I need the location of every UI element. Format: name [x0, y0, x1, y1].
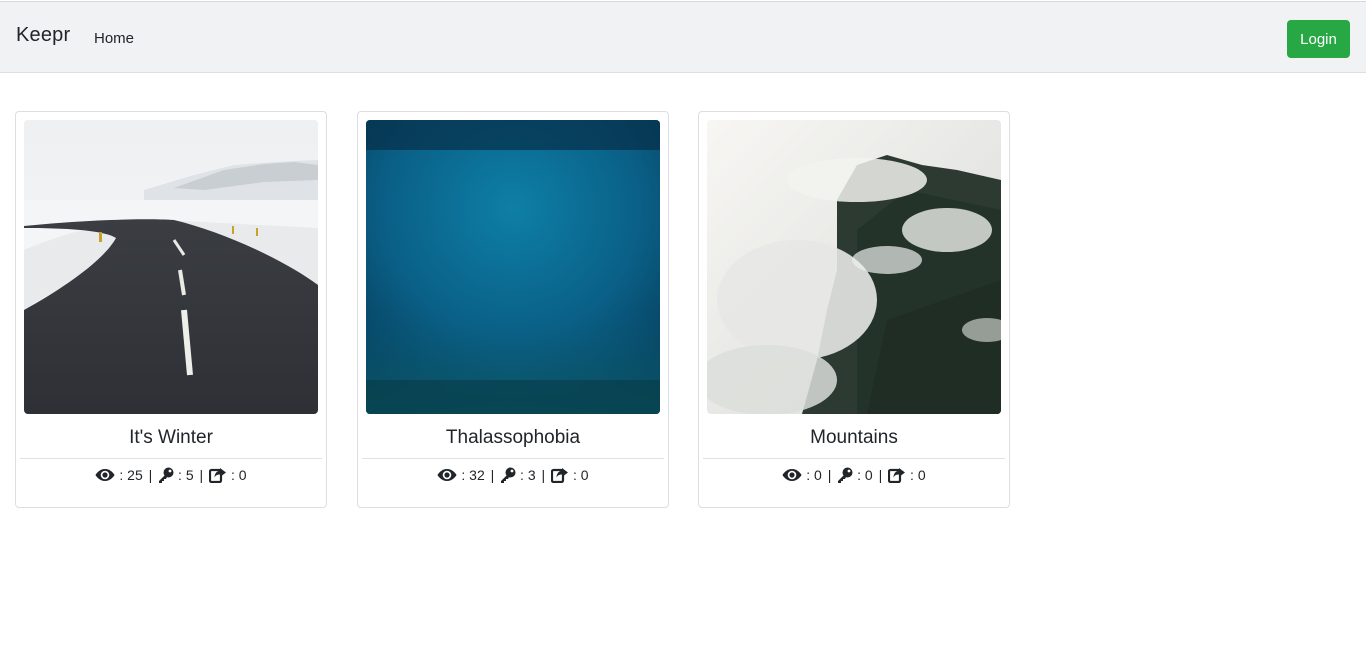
- nav-link-home[interactable]: Home: [94, 30, 134, 47]
- views-count: : 25: [119, 467, 143, 483]
- keep-stats: : 25 | : 5 | : 0: [16, 467, 326, 483]
- eye-icon: [95, 467, 115, 483]
- keep-card[interactable]: Thalassophobia : 32 | : 3 | : 0: [357, 111, 669, 508]
- brand-logo[interactable]: Keepr: [16, 24, 70, 47]
- divider: [20, 458, 322, 459]
- separator: |: [541, 467, 546, 483]
- keeps-count: : 5: [178, 467, 194, 483]
- navbar: Keepr Home Login: [0, 1, 1366, 73]
- keep-stats: : 32 | : 3 | : 0: [358, 467, 668, 483]
- eye-icon: [437, 467, 457, 483]
- keep-card[interactable]: Mountains : 0 | : 0 | : 0: [698, 111, 1010, 508]
- separator: |: [827, 467, 832, 483]
- share-icon: [551, 467, 569, 483]
- keep-title: It's Winter: [129, 427, 213, 448]
- divider: [362, 458, 664, 459]
- key-icon: [158, 467, 174, 483]
- keep-image[interactable]: [707, 120, 1001, 414]
- login-button[interactable]: Login: [1287, 20, 1350, 58]
- separator: |: [199, 467, 204, 483]
- shares-count: : 0: [910, 467, 926, 483]
- share-icon: [209, 467, 227, 483]
- eye-icon: [782, 467, 802, 483]
- shares-count: : 0: [572, 467, 589, 483]
- key-icon: [837, 467, 853, 483]
- views-count: : 32: [461, 467, 485, 483]
- keep-title: Mountains: [810, 427, 898, 448]
- shares-count: : 0: [230, 467, 247, 483]
- key-icon: [500, 467, 516, 483]
- keep-image[interactable]: [366, 120, 660, 414]
- share-icon: [888, 467, 906, 483]
- divider: [703, 458, 1005, 459]
- keep-image[interactable]: [24, 120, 318, 414]
- separator: |: [148, 467, 153, 483]
- keep-stats: : 0 | : 0 | : 0: [699, 467, 1009, 483]
- keeps-count: : 3: [520, 467, 536, 483]
- keeps-count: : 0: [857, 467, 873, 483]
- keep-title: Thalassophobia: [445, 427, 581, 448]
- separator: |: [878, 467, 883, 483]
- views-count: : 0: [806, 467, 822, 483]
- keep-card[interactable]: It's Winter : 25 | : 5 | : 0: [15, 111, 327, 508]
- separator: |: [490, 467, 495, 483]
